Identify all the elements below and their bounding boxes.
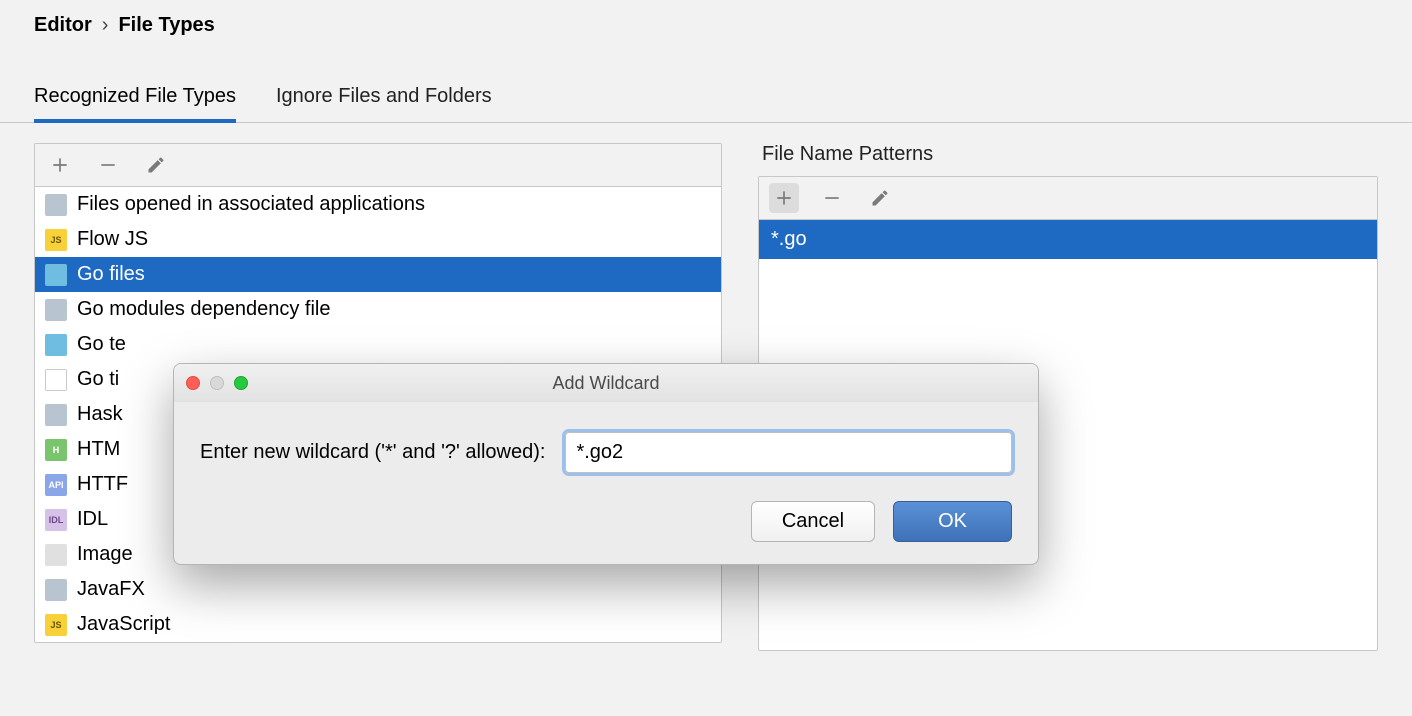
tab-ignore-files-folders[interactable]: Ignore Files and Folders — [276, 75, 492, 122]
minus-icon — [822, 188, 842, 208]
tab-recognized-file-types[interactable]: Recognized File Types — [34, 75, 236, 122]
breadcrumb-root[interactable]: Editor — [34, 14, 92, 37]
pencil-icon — [870, 188, 890, 208]
add-wildcard-dialog: Add Wildcard Enter new wildcard ('*' and… — [173, 363, 1039, 565]
list-item-label: Hask — [77, 403, 123, 426]
list-item-label: HTTF — [77, 473, 128, 496]
js-file-icon: JS — [45, 229, 67, 251]
generic-file-icon — [45, 404, 67, 426]
edit-file-type-button[interactable] — [141, 150, 171, 180]
pencil-icon — [146, 155, 166, 175]
list-item[interactable]: JavaFX — [35, 572, 721, 607]
list-item-label: Files opened in associated applications — [77, 193, 425, 216]
remove-file-type-button[interactable] — [93, 150, 123, 180]
list-item[interactable]: Go files — [35, 257, 721, 292]
go-file-icon — [45, 334, 67, 356]
edit-pattern-button[interactable] — [865, 183, 895, 213]
remove-pattern-button[interactable] — [817, 183, 847, 213]
plus-icon — [774, 188, 794, 208]
go-file-icon — [45, 264, 67, 286]
dialog-title: Add Wildcard — [174, 373, 1038, 394]
wildcard-input[interactable] — [565, 432, 1012, 473]
list-item-label: JavaFX — [77, 578, 145, 601]
patterns-toolbar — [759, 177, 1377, 220]
js-file-icon: JS — [45, 614, 67, 636]
list-item-label: JavaScript — [77, 613, 170, 636]
generic-file-icon — [45, 579, 67, 601]
list-item[interactable]: Go te — [35, 327, 721, 362]
list-item[interactable]: JS Flow JS — [35, 222, 721, 257]
list-item-label: IDL — [77, 508, 108, 531]
plus-icon — [50, 155, 70, 175]
wildcard-label: Enter new wildcard ('*' and '?' allowed)… — [200, 441, 545, 464]
dialog-titlebar[interactable]: Add Wildcard — [174, 364, 1038, 402]
ok-button[interactable]: OK — [893, 501, 1012, 542]
patterns-title: File Name Patterns — [758, 143, 1378, 166]
tabbar: Recognized File Types Ignore Files and F… — [0, 75, 1412, 123]
blank-file-icon — [45, 369, 67, 391]
pattern-item[interactable]: *.go — [759, 220, 1377, 259]
list-item-label: Go ti — [77, 368, 119, 391]
img-file-icon — [45, 544, 67, 566]
list-item[interactable]: JS JavaScript — [35, 607, 721, 642]
list-item-label: Go modules dependency file — [77, 298, 331, 321]
minus-icon — [98, 155, 118, 175]
list-item-label: Flow JS — [77, 228, 148, 251]
cancel-button[interactable]: Cancel — [751, 501, 875, 542]
breadcrumb-current: File Types — [118, 14, 214, 37]
idl-file-icon: IDL — [45, 509, 67, 531]
chevron-right-icon: › — [102, 14, 109, 37]
add-pattern-button[interactable] — [769, 183, 799, 213]
html-file-icon: H — [45, 439, 67, 461]
breadcrumb: Editor › File Types — [0, 0, 1412, 47]
list-item[interactable]: Go modules dependency file — [35, 292, 721, 327]
add-file-type-button[interactable] — [45, 150, 75, 180]
list-item-label: HTM — [77, 438, 120, 461]
file-types-toolbar — [35, 144, 721, 187]
list-item[interactable]: Files opened in associated applications — [35, 187, 721, 222]
list-item-label: Go files — [77, 263, 145, 286]
list-item-label: Go te — [77, 333, 126, 356]
api-file-icon: API — [45, 474, 67, 496]
generic-file-icon — [45, 194, 67, 216]
generic-file-icon — [45, 299, 67, 321]
list-item-label: Image — [77, 543, 133, 566]
